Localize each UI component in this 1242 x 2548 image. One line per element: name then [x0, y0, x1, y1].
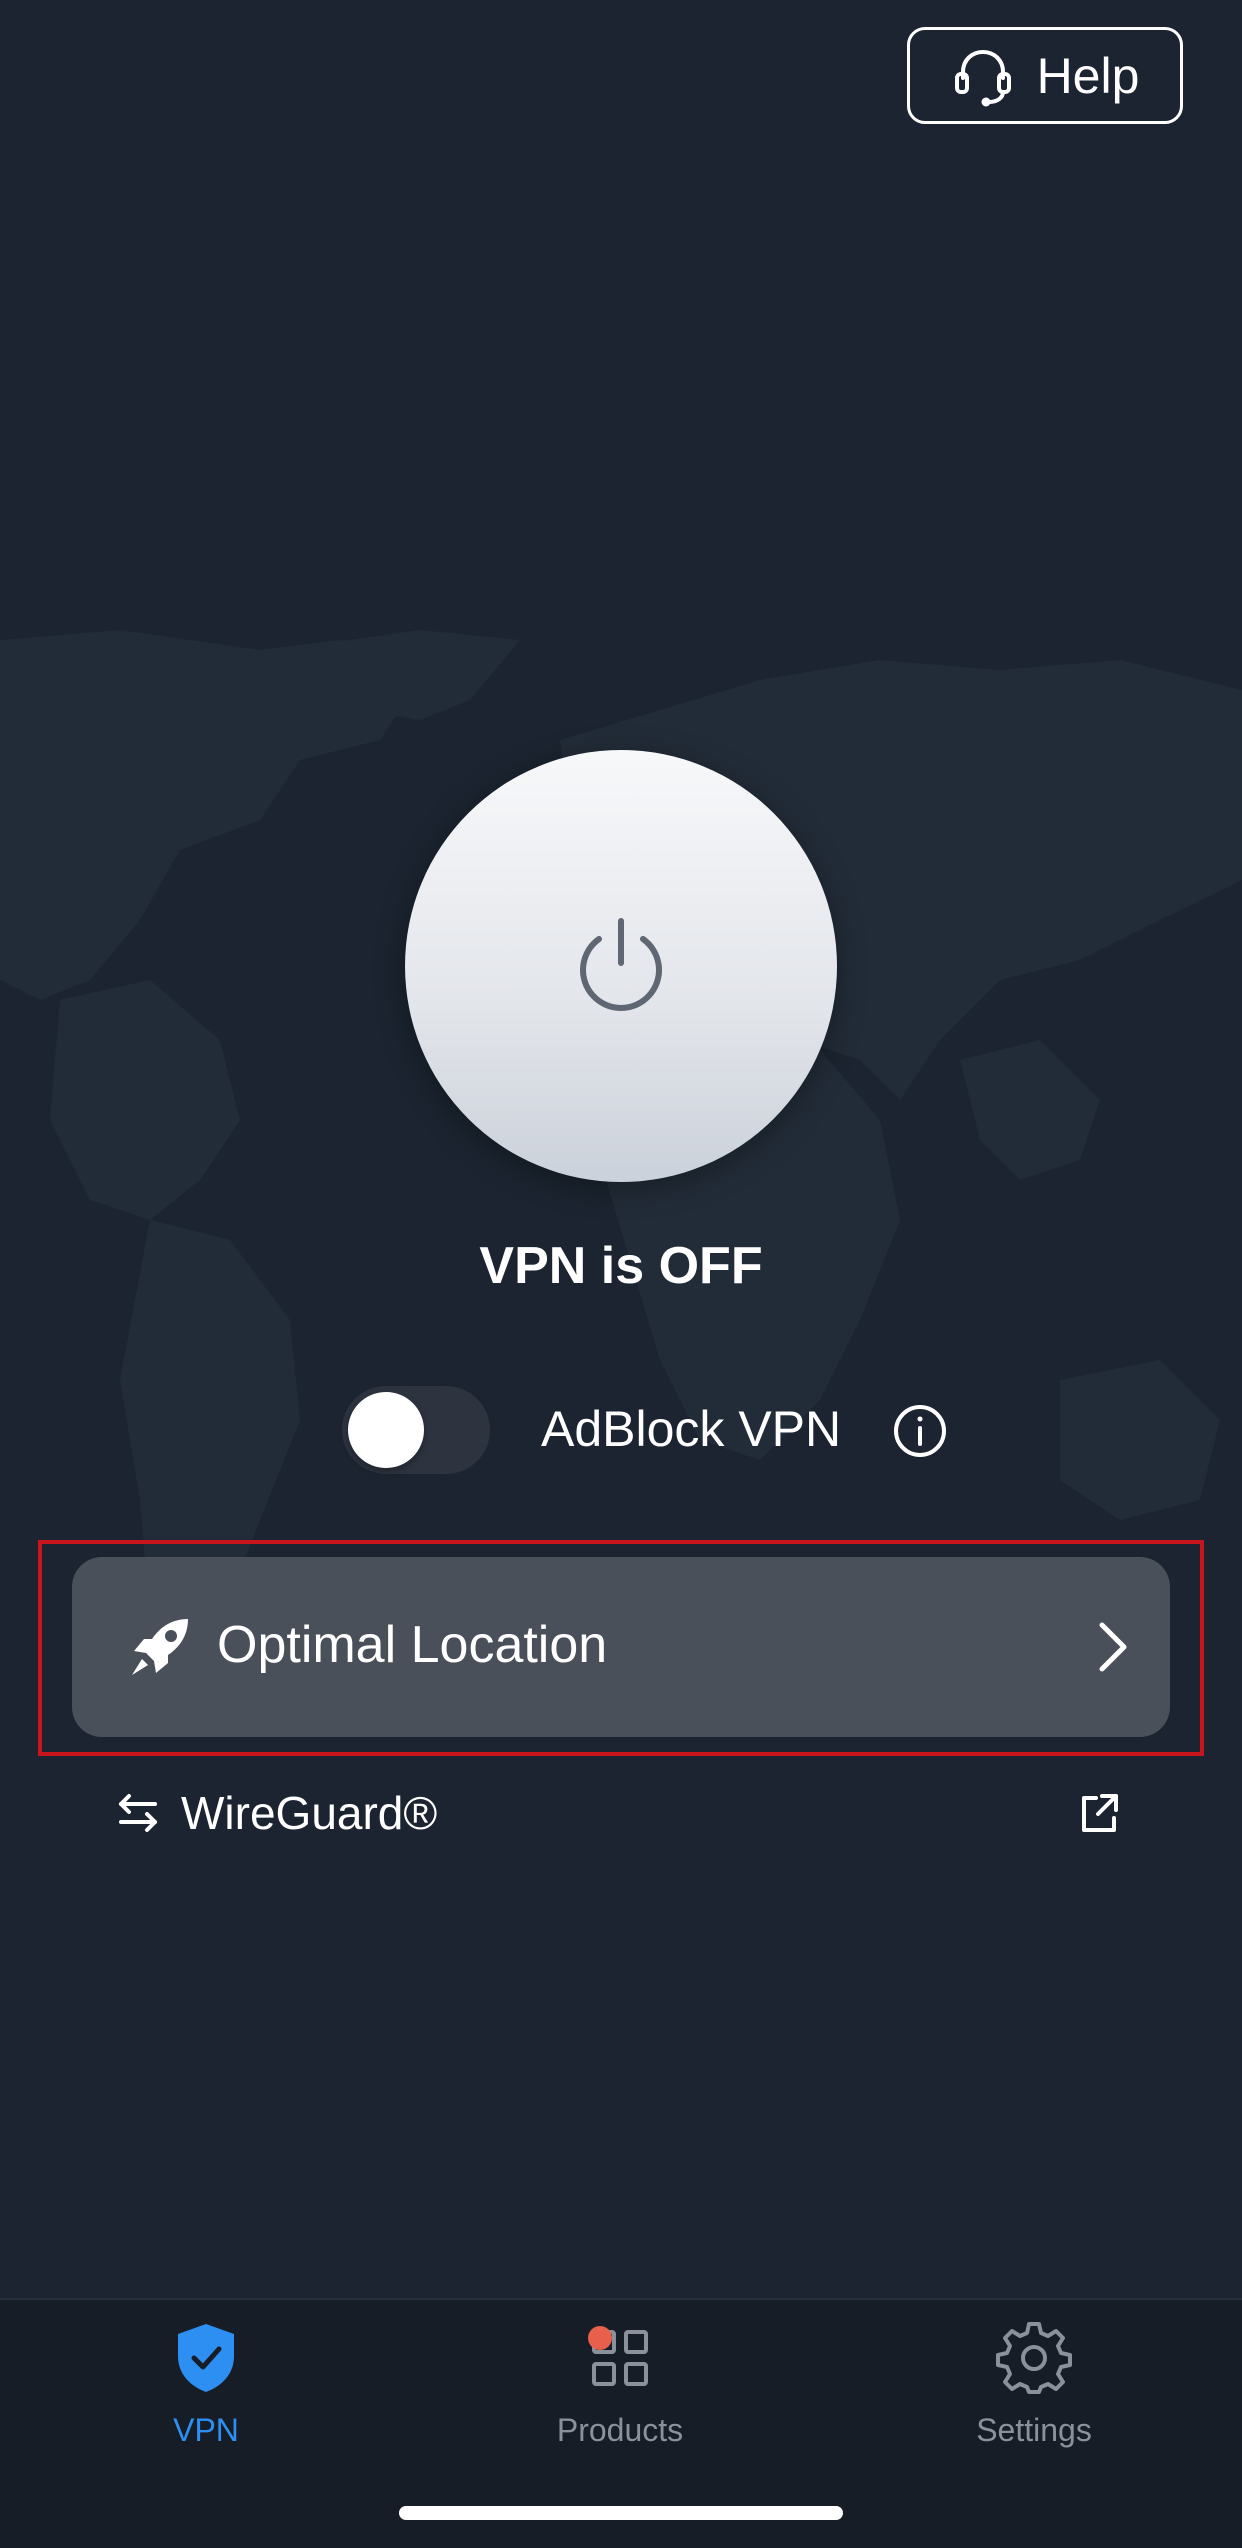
location-label: Optimal Location	[217, 1616, 608, 1674]
adblock-label: AdBlock VPN	[541, 1401, 842, 1457]
home-indicator	[399, 2506, 843, 2520]
gear-icon	[996, 2322, 1072, 2394]
adblock-toggle[interactable]	[342, 1386, 490, 1474]
shield-check-icon	[178, 2324, 234, 2392]
help-button[interactable]: Help	[907, 27, 1183, 124]
toggle-knob	[348, 1392, 424, 1468]
swap-arrows-icon	[119, 1794, 157, 1832]
headset-icon	[951, 44, 1015, 108]
chevron-right-icon	[1099, 1622, 1127, 1672]
tab-settings[interactable]: Settings	[884, 2320, 1184, 2470]
power-button[interactable]	[405, 750, 837, 1182]
info-icon[interactable]	[893, 1404, 947, 1458]
notification-badge	[588, 2326, 612, 2350]
vpn-home-screen: Help VPN is OFF AdBlock VPN Optimal Loca…	[0, 0, 1242, 2548]
help-label: Help	[1036, 47, 1140, 104]
power-icon	[566, 911, 676, 1021]
protocol-label[interactable]: WireGuard®	[181, 1786, 437, 1840]
location-selector[interactable]: Optimal Location	[72, 1557, 1170, 1737]
tab-products[interactable]: Products	[470, 2320, 770, 2470]
tab-products-label: Products	[556, 2412, 684, 2448]
tab-vpn[interactable]: VPN	[56, 2320, 356, 2470]
vpn-status-text: VPN is OFF	[479, 1237, 763, 1295]
tab-settings-label: Settings	[976, 2412, 1092, 2448]
external-link-icon[interactable]	[1076, 1790, 1122, 1836]
rocket-icon	[132, 1619, 188, 1675]
tab-vpn-label: VPN	[173, 2412, 239, 2448]
